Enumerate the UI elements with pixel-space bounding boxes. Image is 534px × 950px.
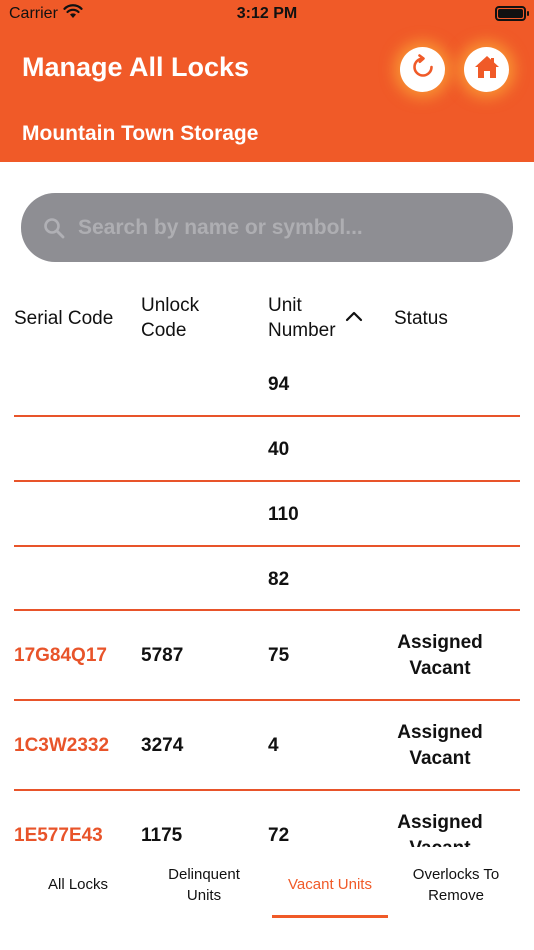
locks-table: 94 40 110 82 17G84Q17 5787 75 Assigned V… (0, 352, 534, 847)
unit-number: 72 (268, 825, 290, 846)
chevron-up-icon[interactable] (345, 309, 363, 328)
column-header-unit-number[interactable]: Unit Number (268, 293, 336, 343)
bottom-tab-bar: All Locks Delinquent Units Vacant Units … (0, 847, 534, 950)
battery-icon (495, 6, 529, 21)
column-header-status[interactable]: Status (394, 306, 448, 331)
table-row[interactable]: 1C3W2332 3274 4 Assigned Vacant (0, 701, 534, 791)
serial-code-link[interactable]: 1E577E43 (14, 825, 103, 847)
unit-number: 4 (268, 735, 279, 756)
table-row[interactable]: 110 (0, 482, 534, 547)
home-icon (474, 55, 500, 84)
status-label: Assigned Vacant (397, 632, 483, 679)
unit-number: 94 (268, 374, 290, 395)
unlock-code: 5787 (141, 645, 184, 666)
home-button[interactable] (464, 47, 509, 92)
column-header-serial-code[interactable]: Serial Code (14, 306, 113, 331)
search-icon (43, 217, 65, 244)
table-row[interactable]: 40 (0, 417, 534, 482)
unit-number: 82 (268, 569, 290, 590)
facility-name: Mountain Town Storage (22, 122, 259, 145)
page-title: Manage All Locks (22, 52, 250, 82)
active-tab-indicator (272, 915, 388, 918)
table-row[interactable]: 17G84Q17 5787 75 Assigned Vacant (0, 611, 534, 701)
serial-code-link[interactable]: 1C3W2332 (14, 735, 109, 757)
column-header-unlock-code[interactable]: Unlock Code (141, 293, 199, 343)
tab-delinquent-units[interactable]: Delinquent Units (150, 847, 258, 922)
tab-all-locks[interactable]: All Locks (22, 847, 134, 922)
unlock-code: 3274 (141, 735, 184, 756)
unlock-code: 1175 (141, 825, 183, 846)
serial-code-link[interactable]: 17G84Q17 (14, 645, 107, 667)
status-bar: Carrier 3:12 PM (0, 0, 534, 28)
table-row[interactable]: 1E577E43 1175 72 Assigned Vacant (0, 791, 534, 847)
refresh-button[interactable] (400, 47, 445, 92)
unit-number: 40 (268, 439, 290, 460)
unit-number: 75 (268, 645, 290, 666)
search-bar[interactable] (21, 193, 513, 262)
tab-vacant-units[interactable]: Vacant Units (272, 847, 388, 922)
table-row[interactable]: 94 (0, 352, 534, 417)
tab-overlocks-to-remove[interactable]: Overlocks To Remove (400, 847, 512, 922)
table-row[interactable]: 82 (0, 547, 534, 611)
refresh-icon (410, 54, 436, 85)
clock: 3:12 PM (236, 5, 298, 22)
status-label: Assigned Vacant (397, 722, 483, 769)
app-header: Carrier 3:12 PM Manage All Locks Mountai… (0, 0, 534, 162)
search-input[interactable] (78, 193, 498, 262)
unit-number: 110 (268, 504, 299, 525)
status-label: Assigned Vacant (397, 812, 483, 847)
